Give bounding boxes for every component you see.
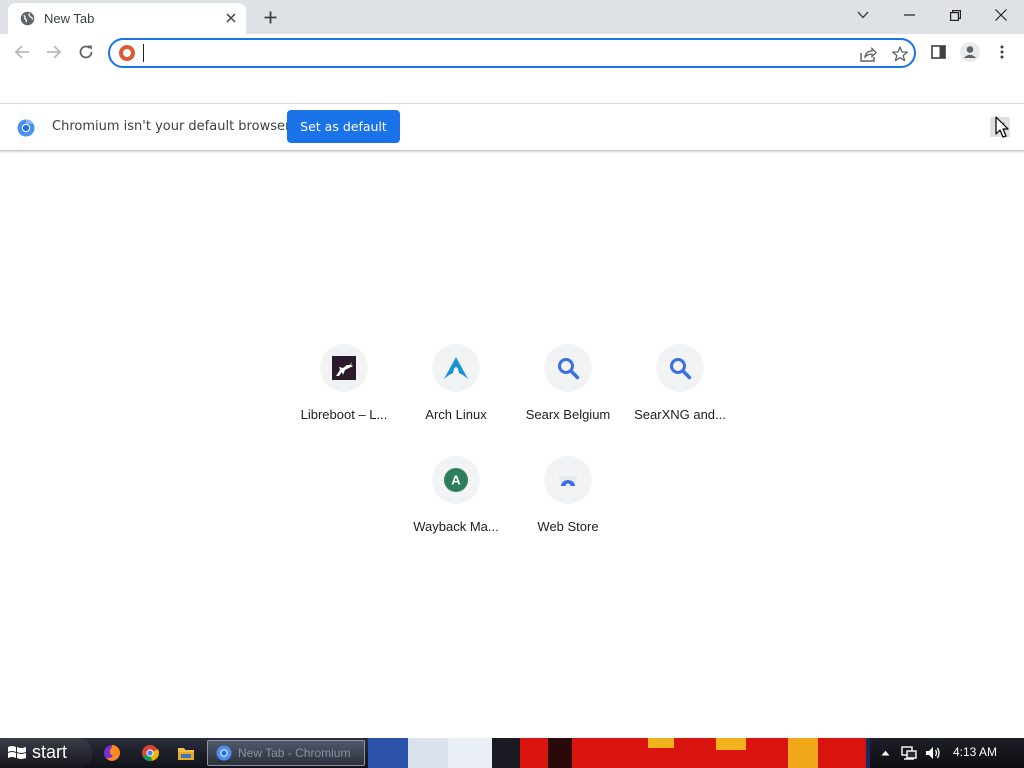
shortcut-label: Web Store [537,519,599,534]
search-icon [670,358,692,380]
tray-expand-arrow-icon[interactable] [876,744,894,762]
infobar-message: Chromium isn't your default browser [52,119,291,134]
network-icon[interactable] [900,744,918,762]
close-tab-icon[interactable] [222,9,240,27]
shortcut-tile[interactable]: Libreboot – L... [288,344,400,452]
bookmark-star-icon[interactable] [890,44,910,64]
shortcut-icon-container [432,344,480,392]
more-menu-icon[interactable] [988,38,1016,66]
start-label: start [32,742,68,762]
default-browser-infobar: Chromium isn't your default browser Set … [0,103,1024,151]
shortcut-label: Searx Belgium [525,407,611,422]
set-as-default-button[interactable]: Set as default [287,110,400,143]
shortcut-tile[interactable]: SearXNG and... [624,344,736,452]
shortcut-tile[interactable]: Arch Linux [400,344,512,452]
address-input[interactable] [142,43,842,63]
back-arrow-icon[interactable] [8,38,36,66]
shortcut-tile[interactable]: Web Store [512,456,624,564]
shortcut-label: Arch Linux [425,407,487,422]
letter-a-text: A [451,473,461,488]
profile-avatar-icon[interactable] [956,38,984,66]
taskbar: start New Tab - Chromium 4:13 AM [0,738,1024,768]
desktop-wallpaper [368,738,870,768]
tab-strip: New Tab [0,0,1024,34]
address-bar[interactable] [108,38,916,68]
tab-search-chevron-icon[interactable] [852,4,874,26]
shortcut-tile[interactable]: Searx Belgium [512,344,624,452]
firefox-icon[interactable] [102,743,122,763]
start-button[interactable]: start [0,738,92,768]
shortcut-icon-container: A [432,456,480,504]
duckduckgo-icon [119,45,135,61]
browser-toolbar [0,34,1024,70]
taskbar-item-label: New Tab - Chromium [238,746,351,760]
mouse-cursor-icon [995,116,1009,138]
shortcut-label: Libreboot – L... [300,407,388,422]
volume-icon[interactable] [924,744,942,762]
windows-logo-icon [8,746,26,759]
web-store-icon [559,476,577,489]
tab-new-tab[interactable]: New Tab [8,3,246,34]
globe-icon [20,11,35,26]
side-panel-icon[interactable] [924,38,952,66]
text-caret [143,44,144,62]
taskbar-item-chromium[interactable]: New Tab - Chromium [207,740,365,766]
libreboot-deer-icon [332,356,356,380]
shortcut-label: SearXNG and... [634,407,726,422]
letter-a-icon: A [444,468,468,492]
tab-title: New Tab [44,11,95,26]
chrome-icon[interactable] [140,743,160,763]
shortcut-tile[interactable]: A Wayback Ma... [400,456,512,564]
restore-window-icon[interactable] [932,0,978,30]
search-icon [558,358,580,380]
shortcut-icon-container [656,344,704,392]
system-tray: 4:13 AM [870,738,1024,768]
folder-icon[interactable] [176,743,196,763]
shortcut-label: Wayback Ma... [413,519,499,534]
close-window-icon[interactable] [978,0,1024,30]
shortcut-icon-container [320,344,368,392]
arch-linux-icon [444,357,468,379]
shortcut-icon-container [544,456,592,504]
minimize-window-icon[interactable] [886,0,932,30]
chromium-logo-icon [17,119,35,137]
forward-arrow-icon[interactable] [40,38,68,66]
shortcut-icon-container [544,344,592,392]
share-icon[interactable] [858,44,878,64]
new-tab-plus-icon[interactable] [259,6,281,28]
reload-icon[interactable] [72,38,100,66]
chromium-logo-icon [216,745,232,761]
clock[interactable]: 4:13 AM [953,745,997,759]
